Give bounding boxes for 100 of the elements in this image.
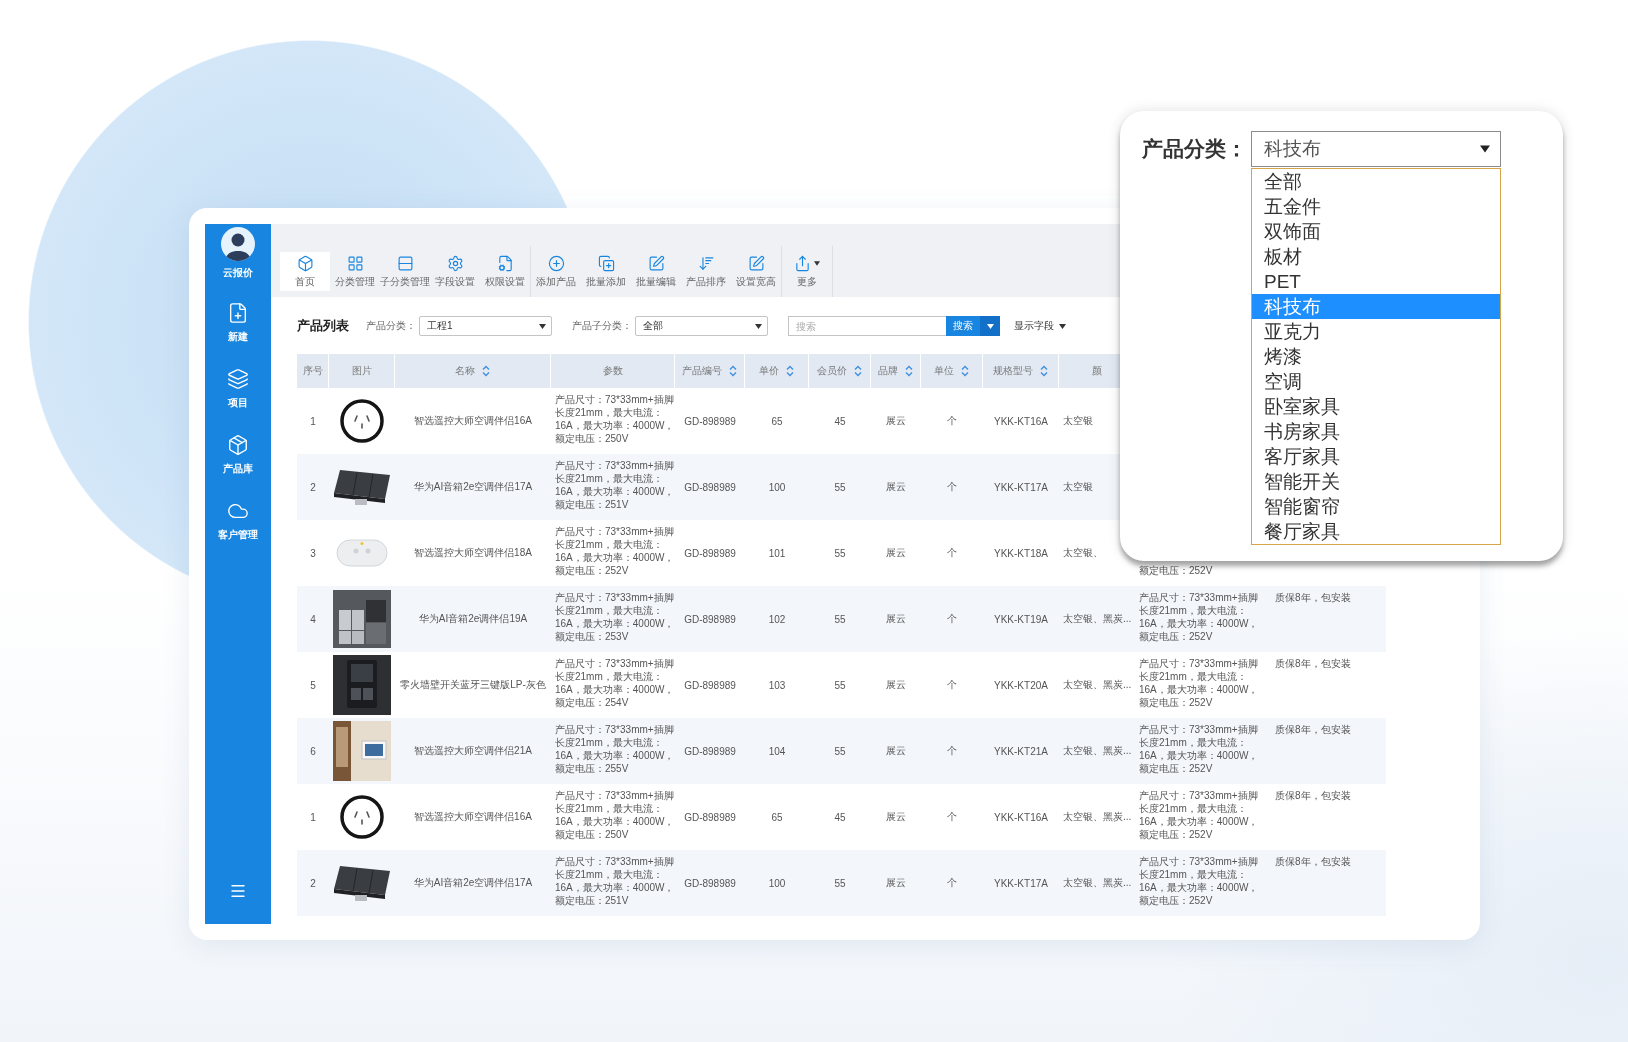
toolbar-button[interactable]: 分类管理 xyxy=(330,252,380,291)
table-cell-text: 个 xyxy=(946,810,958,824)
file-plus-icon xyxy=(227,302,249,324)
sort-icon xyxy=(854,365,862,377)
table-cell-text: YKK-KT21A xyxy=(993,744,1049,759)
table-cell-text: GD-898989 xyxy=(683,678,737,693)
table-cell-text: 个 xyxy=(946,546,958,560)
toolbar-button[interactable]: 首页 xyxy=(280,252,330,291)
table-cell-text: 3 xyxy=(309,546,317,561)
toolbar-button[interactable]: 字段设置 xyxy=(430,252,480,291)
table-cell-text: 个 xyxy=(946,678,958,692)
toolbar-button[interactable]: 批量添加 xyxy=(581,252,631,291)
edit-icon xyxy=(747,255,765,272)
table-cell-text: 104 xyxy=(767,744,787,759)
grid-icon xyxy=(346,255,364,272)
copy-plus-icon xyxy=(597,255,615,272)
sidebar-item[interactable]: 项目 xyxy=(227,368,249,409)
sidebar-item[interactable]: 新建 xyxy=(227,302,249,343)
option-item[interactable]: 烤漆 xyxy=(1252,344,1500,369)
search-field[interactable]: 搜索 xyxy=(788,316,946,336)
table-cell-text: 产品尺寸：73*33mm+插脚 长度21mm，最大电流： 16A，最大功率：4000W， 额定电压：253V xyxy=(554,591,675,644)
table-cell-text: 零火墙壁开关蓝牙三键版LP-灰色 xyxy=(399,678,547,692)
toolbar-button[interactable]: 更多 xyxy=(782,252,832,291)
option-item[interactable]: 智能窗帘 xyxy=(1252,494,1500,519)
speaker-drawing xyxy=(336,539,388,567)
table-cell-text: 个 xyxy=(946,876,958,890)
show-fields-button[interactable]: 显示字段 xyxy=(1014,319,1066,333)
table-cell-text: 展云 xyxy=(885,810,907,824)
share-icon xyxy=(794,255,811,272)
page-title: 产品列表 xyxy=(297,317,349,335)
table-cell-text: 个 xyxy=(946,414,958,428)
table-cell-text: 智选遥控大师空调伴侣16A xyxy=(413,810,533,824)
toolbar-button[interactable]: 权限设置 xyxy=(480,252,530,291)
table-cell-text: 产品尺寸：73*33mm+插脚 长度21mm，最大电流： 16A，最大功率：4000W， 额定电压：254V xyxy=(554,657,675,710)
table-cell-text: 6 xyxy=(309,744,317,759)
table-cell-text: GD-898989 xyxy=(683,876,737,891)
table-cell-text: 质保8年，包安装 xyxy=(1274,591,1352,605)
sidebar-item[interactable]: 客户管理 xyxy=(218,500,258,541)
settings-icon xyxy=(446,255,464,272)
table-cell-text: 质保8年，包安装 xyxy=(1274,855,1352,869)
option-item[interactable]: 空调 xyxy=(1252,369,1500,394)
option-item[interactable]: 五金件 xyxy=(1252,194,1500,219)
table-cell-text: 质保8年，包安装 xyxy=(1274,657,1352,671)
sort-icon xyxy=(905,365,913,377)
table-cell-text: 智选遥控大师空调伴侣16A xyxy=(413,414,533,428)
table-cell-text: 质保8年，包安装 xyxy=(1274,723,1352,737)
table-cell-text: 4 xyxy=(309,612,317,627)
table-cell-text: 展云 xyxy=(885,546,907,560)
table-cell-text: 产品尺寸：73*33mm+插脚 长度21mm，最大电流： 16A，最大功率：4000W， 额定电压：250V xyxy=(554,393,675,446)
table-cell-text: 华为AI音箱2e空调伴侣17A xyxy=(412,480,534,494)
caret-down-icon xyxy=(755,323,762,329)
option-item[interactable]: 亚克力 xyxy=(1252,319,1500,344)
option-item[interactable]: 餐厅家具 xyxy=(1252,519,1500,544)
table-cell-text: GD-898989 xyxy=(683,480,737,495)
table-cell-text: YKK-KT17A xyxy=(993,876,1049,891)
table-cell-text: YKK-KT18A xyxy=(993,546,1049,561)
option-item[interactable]: PET xyxy=(1252,269,1500,294)
sort-icon xyxy=(961,365,969,377)
avatar-icon xyxy=(221,227,255,261)
menu-icon[interactable] xyxy=(229,882,247,900)
toolbar-button[interactable]: 子分类管理 xyxy=(380,252,430,291)
option-item[interactable]: 双饰面 xyxy=(1252,219,1500,244)
table-cell-text: 智选遥控大师空调伴侣21A xyxy=(413,744,533,758)
table-cell-text: 太空银 xyxy=(1062,480,1094,494)
table-cell-text: 展云 xyxy=(885,480,907,494)
search-options-button[interactable] xyxy=(980,316,1000,336)
table-cell-text: 太空银、黑炭... xyxy=(1062,744,1133,758)
category-select[interactable]: 工程1 xyxy=(419,316,552,336)
rows-icon xyxy=(396,255,414,272)
subcategory-select[interactable]: 全部 xyxy=(635,316,768,336)
field-label: 产品分类： xyxy=(366,319,416,333)
sidebar-item[interactable]: 产品库 xyxy=(223,434,253,475)
option-item[interactable]: 智能开关 xyxy=(1252,469,1500,494)
search-button[interactable]: 搜索 xyxy=(946,316,980,336)
smart-panel-drawing xyxy=(333,655,391,715)
table-cell-text: 产品尺寸：73*33mm+插脚 长度21mm，最大电流： 16A，最大功率：4000W， 额定电压：252V xyxy=(1138,789,1260,842)
option-item[interactable]: 全部 xyxy=(1252,169,1500,194)
toolbar-button[interactable]: 批量编辑 xyxy=(631,252,681,291)
table-cell-text: 55 xyxy=(833,612,847,627)
option-item[interactable]: 板材 xyxy=(1252,244,1500,269)
table-cell-text: 101 xyxy=(767,546,787,561)
option-item[interactable]: 卧室家具 xyxy=(1252,394,1500,419)
toolbar-button[interactable]: 设置宽高 xyxy=(731,252,781,291)
table-cell-text: GD-898989 xyxy=(683,612,737,627)
table-cell-text: 太空银、黑炭... xyxy=(1062,612,1133,626)
table-cell-text: 太空银、黑炭... xyxy=(1062,810,1133,824)
toolbar-button[interactable]: 添加产品 xyxy=(531,252,581,291)
toolbar-button[interactable]: 产品排序 xyxy=(681,252,731,291)
table-cell-text: YKK-KT19A xyxy=(993,612,1049,627)
table-cell-text: 1 xyxy=(309,414,317,429)
option-item[interactable]: 科技布 xyxy=(1252,294,1500,319)
category-select[interactable]: 科技布 xyxy=(1251,131,1501,167)
room-photo-placeholder xyxy=(333,721,391,781)
option-item[interactable]: 书房家具 xyxy=(1252,419,1500,444)
table-cell-text: 个 xyxy=(946,612,958,626)
edit-icon xyxy=(647,255,665,272)
option-item[interactable]: 客厅家具 xyxy=(1252,444,1500,469)
table-cell-text: YKK-KT20A xyxy=(993,678,1049,693)
brand-label: 云报价 xyxy=(223,266,253,279)
table-cell-text: 展云 xyxy=(885,876,907,890)
